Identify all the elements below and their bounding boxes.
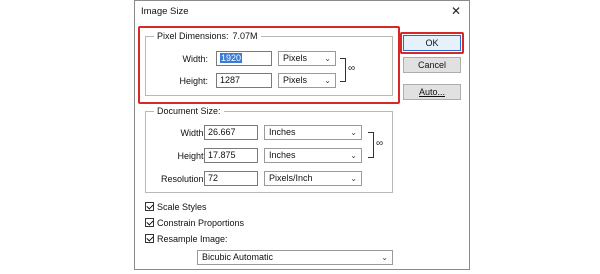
scale-styles-label: Scale Styles	[157, 202, 207, 212]
resolution-label: Resolution:	[160, 174, 206, 184]
dialog-title: Image Size	[141, 6, 189, 17]
cancel-button[interactable]: Cancel	[403, 57, 461, 73]
document-size-group: Document Size: Width: 26.667 Inches ⌄ Hei…	[145, 106, 393, 193]
resolution-input[interactable]: 72	[204, 171, 258, 186]
chevron-down-icon: ⌄	[350, 174, 357, 183]
document-width-input[interactable]: 26.667	[204, 125, 258, 140]
auto-button[interactable]: Auto...	[403, 84, 461, 100]
chain-link-icon[interactable]: ∞	[376, 138, 383, 149]
image-size-dialog: Image Size ✕ Pixel Dimensions: 7.07M Widt…	[134, 0, 470, 270]
chevron-down-icon: ⌄	[350, 151, 357, 160]
checkbox-checked-icon	[145, 218, 154, 227]
document-height-label: Height:	[177, 151, 206, 161]
title-bar: Image Size ✕	[135, 1, 469, 23]
chevron-down-icon: ⌄	[350, 128, 357, 137]
constrain-proportions-checkbox[interactable]: Constrain Proportions	[145, 217, 244, 229]
constrain-proportions-label: Constrain Proportions	[157, 218, 245, 228]
resample-method-select[interactable]: Bicubic Automatic ⌄	[197, 250, 393, 265]
document-height-unit-select[interactable]: Inches ⌄	[264, 148, 362, 163]
document-size-legend: Document Size:	[154, 106, 224, 116]
checkbox-checked-icon	[145, 234, 154, 243]
resample-image-checkbox[interactable]: Resample Image:	[145, 233, 228, 245]
scale-styles-checkbox[interactable]: Scale Styles	[145, 201, 207, 213]
chevron-down-icon: ⌄	[381, 253, 388, 262]
checkbox-checked-icon	[145, 202, 154, 211]
document-height-input[interactable]: 17.875	[204, 148, 258, 163]
close-icon[interactable]: ✕	[451, 4, 461, 18]
resample-image-label: Resample Image:	[157, 234, 228, 244]
document-width-unit-select[interactable]: Inches ⌄	[264, 125, 362, 140]
ok-button-highlight	[400, 32, 464, 54]
pixel-dimensions-highlight	[138, 26, 400, 104]
document-link-bracket	[368, 132, 374, 158]
resolution-unit-select[interactable]: Pixels/Inch ⌄	[264, 171, 362, 186]
document-width-label: Width:	[180, 128, 206, 138]
